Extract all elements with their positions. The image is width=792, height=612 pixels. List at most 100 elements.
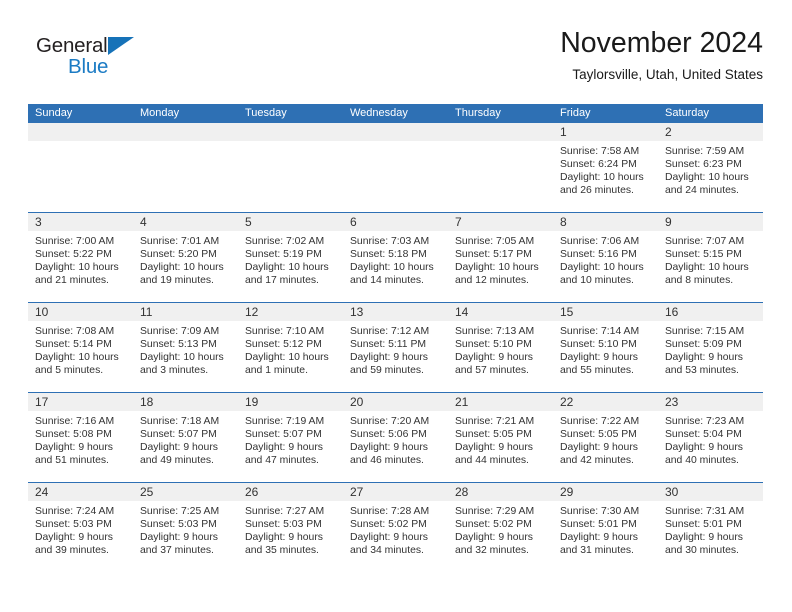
sunset-text: Sunset: 5:15 PM <box>665 248 742 260</box>
daylight-text: Daylight: 10 hours and 14 minutes. <box>350 261 434 286</box>
calendar-day-cell[interactable]: 5 Sunrise: 7:02 AM Sunset: 5:19 PM Daylight… <box>238 212 343 303</box>
day-info: Sunrise: 7:06 AM Sunset: 5:16 PM Daylight:… <box>553 231 658 288</box>
weekday-header-thursday: Thursday <box>448 104 553 123</box>
calendar-day-cell[interactable]: 23 Sunrise: 7:23 AM Sunset: 5:04 PM Dayligh… <box>658 392 763 483</box>
logo-text-blue: Blue <box>68 55 109 78</box>
sunrise-text: Sunrise: 7:06 AM <box>560 236 640 247</box>
weekday-header-row: Sunday Monday Tuesday Wednesday Thursday… <box>28 104 763 123</box>
calendar-day-cell[interactable]: 4 Sunrise: 7:01 AM Sunset: 5:20 PM Daylight… <box>133 212 238 303</box>
day-info: Sunrise: 7:14 AM Sunset: 5:10 PM Daylight:… <box>553 321 658 378</box>
calendar-day-cell[interactable]: 25 Sunrise: 7:25 AM Sunset: 5:03 PM Dayligh… <box>133 482 238 572</box>
daylight-text: Daylight: 9 hours and 35 minutes. <box>245 531 323 556</box>
day-info: Sunrise: 7:01 AM Sunset: 5:20 PM Daylight:… <box>133 231 238 288</box>
day-info: Sunrise: 7:24 AM Sunset: 5:03 PM Daylight:… <box>28 501 133 558</box>
calendar-day-cell[interactable]: 9 Sunrise: 7:07 AM Sunset: 5:15 PM Daylight… <box>658 212 763 303</box>
calendar-day-cell[interactable]: 11 Sunrise: 7:09 AM Sunset: 5:13 PM Dayligh… <box>133 302 238 393</box>
calendar-day-cell[interactable]: 19 Sunrise: 7:19 AM Sunset: 5:07 PM Dayligh… <box>238 392 343 483</box>
calendar-day-cell[interactable]: 21 Sunrise: 7:21 AM Sunset: 5:05 PM Dayligh… <box>448 392 553 483</box>
daylight-text: Daylight: 10 hours and 26 minutes. <box>560 171 644 196</box>
day-info: Sunrise: 7:29 AM Sunset: 5:02 PM Daylight:… <box>448 501 553 558</box>
calendar-day-cell[interactable]: 20 Sunrise: 7:20 AM Sunset: 5:06 PM Dayligh… <box>343 392 448 483</box>
day-number: 17 <box>28 393 133 411</box>
sunrise-text: Sunrise: 7:23 AM <box>665 416 745 427</box>
day-number: 20 <box>343 393 448 411</box>
calendar-day-cell[interactable]: 10 Sunrise: 7:08 AM Sunset: 5:14 PM Dayligh… <box>28 302 133 393</box>
calendar-day-cell[interactable]: 14 Sunrise: 7:13 AM Sunset: 5:10 PM Dayligh… <box>448 302 553 393</box>
daylight-text: Daylight: 9 hours and 42 minutes. <box>560 441 638 466</box>
sunset-text: Sunset: 5:07 PM <box>245 428 322 440</box>
daylight-text: Daylight: 9 hours and 34 minutes. <box>350 531 428 556</box>
day-number: 21 <box>448 393 553 411</box>
sunrise-text: Sunrise: 7:07 AM <box>665 236 745 247</box>
calendar-day-cell-empty <box>133 123 238 213</box>
day-info: Sunrise: 7:59 AM Sunset: 6:23 PM Daylight:… <box>658 141 763 198</box>
calendar-day-cell[interactable]: 24 Sunrise: 7:24 AM Sunset: 5:03 PM Dayligh… <box>28 482 133 572</box>
sunset-text: Sunset: 5:07 PM <box>140 428 217 440</box>
sunrise-text: Sunrise: 7:29 AM <box>455 506 535 517</box>
day-info: Sunrise: 7:02 AM Sunset: 5:19 PM Daylight:… <box>238 231 343 288</box>
calendar-day-cell[interactable]: 22 Sunrise: 7:22 AM Sunset: 5:05 PM Dayligh… <box>553 392 658 483</box>
daylight-text: Daylight: 10 hours and 17 minutes. <box>245 261 329 286</box>
daylight-text: Daylight: 10 hours and 8 minutes. <box>665 261 749 286</box>
sunrise-text: Sunrise: 7:09 AM <box>140 326 220 337</box>
calendar-day-cell[interactable]: 12 Sunrise: 7:10 AM Sunset: 5:12 PM Dayligh… <box>238 302 343 393</box>
calendar-day-cell[interactable]: 27 Sunrise: 7:28 AM Sunset: 5:02 PM Dayligh… <box>343 482 448 572</box>
calendar-day-cell[interactable]: 28 Sunrise: 7:29 AM Sunset: 5:02 PM Dayligh… <box>448 482 553 572</box>
calendar-day-cell[interactable]: 7 Sunrise: 7:05 AM Sunset: 5:17 PM Daylight… <box>448 212 553 303</box>
calendar-day-cell[interactable]: 16 Sunrise: 7:15 AM Sunset: 5:09 PM Dayligh… <box>658 302 763 393</box>
day-number: 27 <box>343 483 448 501</box>
sunrise-text: Sunrise: 7:05 AM <box>455 236 535 247</box>
day-info: Sunrise: 7:23 AM Sunset: 5:04 PM Daylight:… <box>658 411 763 468</box>
day-info: Sunrise: 7:31 AM Sunset: 5:01 PM Daylight:… <box>658 501 763 558</box>
sunrise-text: Sunrise: 7:21 AM <box>455 416 535 427</box>
sunset-text: Sunset: 5:12 PM <box>245 338 322 350</box>
day-number: 18 <box>133 393 238 411</box>
sunrise-text: Sunrise: 7:03 AM <box>350 236 430 247</box>
sunrise-text: Sunrise: 7:58 AM <box>560 146 640 157</box>
day-number: 25 <box>133 483 238 501</box>
calendar-week-row: 24 Sunrise: 7:24 AM Sunset: 5:03 PM Dayligh… <box>28 482 763 572</box>
calendar-day-cell[interactable]: 13 Sunrise: 7:12 AM Sunset: 5:11 PM Dayligh… <box>343 302 448 393</box>
calendar-day-cell[interactable]: 26 Sunrise: 7:27 AM Sunset: 5:03 PM Dayligh… <box>238 482 343 572</box>
daylight-text: Daylight: 10 hours and 5 minutes. <box>35 351 119 376</box>
calendar-page: General Blue November 2024 Taylorsville,… <box>0 0 792 612</box>
calendar-day-cell[interactable]: 1 Sunrise: 7:58 AM Sunset: 6:24 PM Daylight… <box>553 123 658 213</box>
sunrise-text: Sunrise: 7:12 AM <box>350 326 430 337</box>
sunrise-text: Sunrise: 7:19 AM <box>245 416 325 427</box>
sunset-text: Sunset: 5:02 PM <box>350 518 427 530</box>
day-info: Sunrise: 7:27 AM Sunset: 5:03 PM Daylight:… <box>238 501 343 558</box>
logo-triangle-icon <box>108 37 134 55</box>
sunset-text: Sunset: 5:05 PM <box>560 428 637 440</box>
sunrise-text: Sunrise: 7:01 AM <box>140 236 220 247</box>
daylight-text: Daylight: 10 hours and 10 minutes. <box>560 261 644 286</box>
daylight-text: Daylight: 9 hours and 49 minutes. <box>140 441 218 466</box>
day-number: 13 <box>343 303 448 321</box>
calendar-day-cell[interactable]: 8 Sunrise: 7:06 AM Sunset: 5:16 PM Daylight… <box>553 212 658 303</box>
weekday-header-sunday: Sunday <box>28 104 133 123</box>
weekday-header-friday: Friday <box>553 104 658 123</box>
calendar-day-cell[interactable]: 18 Sunrise: 7:18 AM Sunset: 5:07 PM Dayligh… <box>133 392 238 483</box>
calendar-day-cell[interactable]: 17 Sunrise: 7:16 AM Sunset: 5:08 PM Dayligh… <box>28 392 133 483</box>
page-title: November 2024 <box>560 27 763 59</box>
calendar-day-cell[interactable]: 6 Sunrise: 7:03 AM Sunset: 5:18 PM Daylight… <box>343 212 448 303</box>
sunset-text: Sunset: 5:05 PM <box>455 428 532 440</box>
day-number <box>133 123 238 141</box>
day-number: 6 <box>343 213 448 231</box>
sunset-text: Sunset: 5:08 PM <box>35 428 112 440</box>
calendar-day-cell[interactable]: 3 Sunrise: 7:00 AM Sunset: 5:22 PM Daylight… <box>28 212 133 303</box>
sunset-text: Sunset: 5:03 PM <box>245 518 322 530</box>
calendar-day-cell[interactable]: 15 Sunrise: 7:14 AM Sunset: 5:10 PM Dayligh… <box>553 302 658 393</box>
calendar-body: 1 Sunrise: 7:58 AM Sunset: 6:24 PM Daylight… <box>28 123 763 572</box>
daylight-text: Daylight: 10 hours and 12 minutes. <box>455 261 539 286</box>
generalblue-logo[interactable]: General Blue <box>36 34 156 84</box>
calendar-day-cell[interactable]: 30 Sunrise: 7:31 AM Sunset: 5:01 PM Dayligh… <box>658 482 763 572</box>
daylight-text: Daylight: 9 hours and 30 minutes. <box>665 531 743 556</box>
calendar-day-cell[interactable]: 2 Sunrise: 7:59 AM Sunset: 6:23 PM Daylight… <box>658 123 763 213</box>
daylight-text: Daylight: 9 hours and 44 minutes. <box>455 441 533 466</box>
day-info: Sunrise: 7:22 AM Sunset: 5:05 PM Daylight:… <box>553 411 658 468</box>
day-info: Sunrise: 7:12 AM Sunset: 5:11 PM Daylight:… <box>343 321 448 378</box>
calendar-day-cell[interactable]: 29 Sunrise: 7:30 AM Sunset: 5:01 PM Dayligh… <box>553 482 658 572</box>
day-number: 26 <box>238 483 343 501</box>
day-info: Sunrise: 7:09 AM Sunset: 5:13 PM Daylight:… <box>133 321 238 378</box>
sunset-text: Sunset: 5:09 PM <box>665 338 742 350</box>
